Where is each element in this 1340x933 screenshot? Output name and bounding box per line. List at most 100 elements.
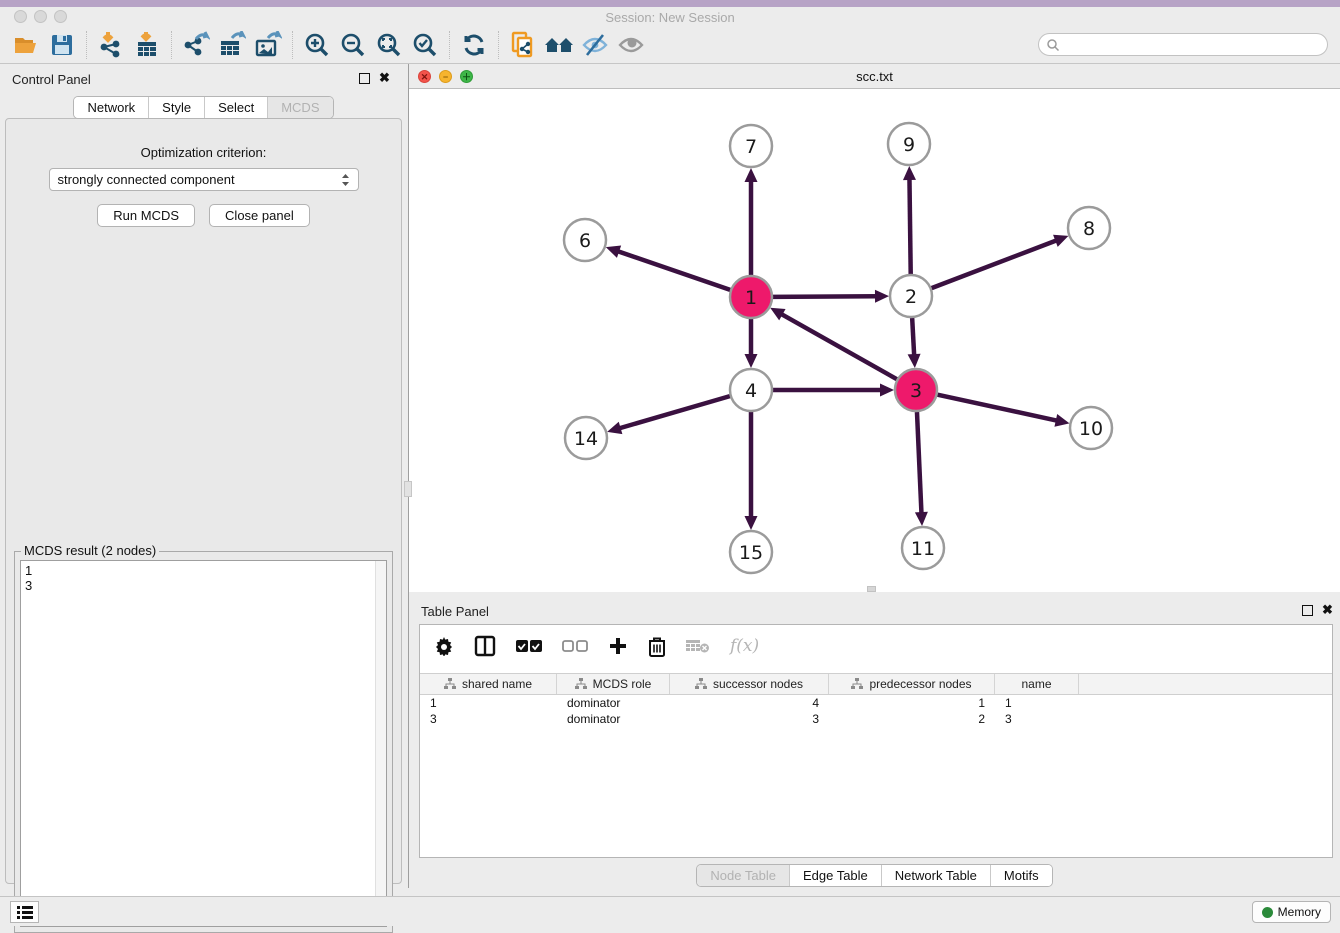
graph-node-1[interactable]: 1 xyxy=(730,276,772,318)
graph-edge-3-11[interactable] xyxy=(915,412,928,526)
close-panel-icon[interactable]: ✖ xyxy=(379,71,390,85)
table-cell[interactable]: 1 xyxy=(420,695,557,711)
column-header-predecessor-nodes[interactable]: predecessor nodes xyxy=(829,674,995,694)
graph-edge-2-8[interactable] xyxy=(932,235,1069,288)
toolbar-separator xyxy=(171,31,172,59)
split-columns-icon[interactable] xyxy=(474,635,496,657)
tab-edge-table[interactable]: Edge Table xyxy=(789,865,881,886)
table-row[interactable]: 1dominator411 xyxy=(420,695,1332,711)
close-panel-icon[interactable]: ✖ xyxy=(1322,603,1333,617)
float-panel-icon[interactable] xyxy=(359,73,370,84)
tab-mcds[interactable]: MCDS xyxy=(267,97,332,118)
graph-edge-4-15[interactable] xyxy=(745,412,758,530)
graph-node-7[interactable]: 7 xyxy=(730,125,772,167)
table-toolbar: f(x) xyxy=(420,625,1332,667)
svg-text:3: 3 xyxy=(910,380,922,402)
search-input[interactable] xyxy=(1060,38,1327,52)
graph-node-10[interactable]: 10 xyxy=(1070,407,1112,449)
import-table-icon[interactable] xyxy=(129,30,165,60)
import-network-icon[interactable] xyxy=(93,30,129,60)
save-session-icon[interactable] xyxy=(44,30,80,60)
graph-node-4[interactable]: 4 xyxy=(730,369,772,411)
tab-network-table[interactable]: Network Table xyxy=(881,865,990,886)
first-neighbors-icon[interactable] xyxy=(541,30,577,60)
graph-edge-4-14[interactable] xyxy=(607,396,730,434)
graph-edge-2-3[interactable] xyxy=(908,318,921,368)
table-cell[interactable]: 3 xyxy=(420,711,557,727)
network-view-window: ✕ − ＋ scc.txt 7 9 6 8 1 2 4 3 14 10 15 11 xyxy=(408,64,1340,596)
deselect-all-checkboxes-icon[interactable] xyxy=(562,639,588,653)
graph-node-14[interactable]: 14 xyxy=(565,417,607,459)
delete-table-icon xyxy=(686,638,710,654)
tab-select[interactable]: Select xyxy=(204,97,267,118)
column-header-mcds-role[interactable]: MCDS role xyxy=(557,674,670,694)
run-mcds-button[interactable]: Run MCDS xyxy=(97,204,195,227)
graph-node-11[interactable]: 11 xyxy=(902,527,944,569)
graph-node-6[interactable]: 6 xyxy=(564,219,606,261)
graph-node-8[interactable]: 8 xyxy=(1068,207,1110,249)
graph-edge-1-6[interactable] xyxy=(606,246,730,290)
table-cell[interactable]: 2 xyxy=(829,711,995,727)
close-panel-button[interactable]: Close panel xyxy=(209,204,310,227)
zoom-fit-icon[interactable] xyxy=(371,30,407,60)
graph-edge-4-3[interactable] xyxy=(773,384,894,397)
graph-node-15[interactable]: 15 xyxy=(730,531,772,573)
table-row[interactable]: 3dominator323 xyxy=(420,711,1332,727)
table-cell[interactable]: 3 xyxy=(670,711,829,727)
duplicate-network-icon[interactable] xyxy=(505,30,541,60)
tab-motifs[interactable]: Motifs xyxy=(990,865,1052,886)
mcds-result-line: 1 xyxy=(25,563,382,578)
graph-edge-2-9[interactable] xyxy=(903,166,916,274)
column-header-name[interactable]: name xyxy=(995,674,1079,694)
float-panel-icon[interactable] xyxy=(1302,605,1313,616)
table-panel: Table Panel ✖ f(x) shared nameMCDS roles… xyxy=(408,596,1340,888)
zoom-selected-icon[interactable] xyxy=(407,30,443,60)
zoom-out-icon[interactable] xyxy=(335,30,371,60)
graph-node-3[interactable]: 3 xyxy=(895,369,937,411)
network-window-titlebar[interactable]: ✕ − ＋ scc.txt xyxy=(409,64,1340,89)
add-column-icon[interactable] xyxy=(608,636,628,656)
graph-edge-3-1[interactable] xyxy=(770,308,897,379)
refresh-layout-icon[interactable] xyxy=(456,30,492,60)
table-cell[interactable]: dominator xyxy=(557,695,670,711)
graph-edge-3-10[interactable] xyxy=(937,395,1069,427)
control-panel-tabs: NetworkStyleSelectMCDS xyxy=(73,96,333,119)
column-header-shared-name[interactable]: shared name xyxy=(420,674,557,694)
export-image-icon[interactable] xyxy=(250,30,286,60)
optimization-criterion-label: Optimization criterion: xyxy=(6,145,401,160)
export-table-icon[interactable] xyxy=(214,30,250,60)
graph-node-2[interactable]: 2 xyxy=(890,275,932,317)
memory-button[interactable]: Memory xyxy=(1252,901,1331,923)
hide-selected-icon[interactable] xyxy=(577,30,613,60)
tab-network[interactable]: Network xyxy=(74,97,148,118)
dropdown-stepper-icon xyxy=(341,173,350,187)
open-session-icon[interactable] xyxy=(8,30,44,60)
export-network-icon[interactable] xyxy=(178,30,214,60)
table-cell[interactable]: 1 xyxy=(829,695,995,711)
table-header-row: shared nameMCDS rolesuccessor nodesprede… xyxy=(420,673,1332,695)
criterion-dropdown[interactable]: strongly connected component xyxy=(49,168,359,191)
graph-node-9[interactable]: 9 xyxy=(888,123,930,165)
network-canvas[interactable]: 7 9 6 8 1 2 4 3 14 10 15 11 xyxy=(409,89,1340,592)
search-field[interactable] xyxy=(1038,33,1328,56)
select-all-checkboxes-icon[interactable] xyxy=(516,639,542,653)
toolbar-separator xyxy=(292,31,293,59)
panel-splitter-handle[interactable] xyxy=(404,481,412,497)
table-cell[interactable]: 3 xyxy=(995,711,1079,727)
graph-edge-1-2[interactable] xyxy=(773,290,889,303)
tab-node-table[interactable]: Node Table xyxy=(697,865,789,886)
column-header-successor-nodes[interactable]: successor nodes xyxy=(670,674,829,694)
zoom-in-icon[interactable] xyxy=(299,30,335,60)
mcds-result-textarea[interactable]: 13 xyxy=(20,560,387,927)
task-history-button[interactable] xyxy=(10,901,39,923)
graph-edge-1-7[interactable] xyxy=(745,168,758,275)
table-cell[interactable]: dominator xyxy=(557,711,670,727)
scrollbar-track[interactable] xyxy=(375,561,386,926)
table-cell[interactable]: 4 xyxy=(670,695,829,711)
table-cell[interactable]: 1 xyxy=(995,695,1079,711)
delete-column-icon[interactable] xyxy=(648,636,666,657)
graph-edge-1-4[interactable] xyxy=(745,319,758,368)
tab-style[interactable]: Style xyxy=(148,97,204,118)
show-all-icon[interactable] xyxy=(613,30,649,60)
settings-gear-icon[interactable] xyxy=(434,636,454,656)
